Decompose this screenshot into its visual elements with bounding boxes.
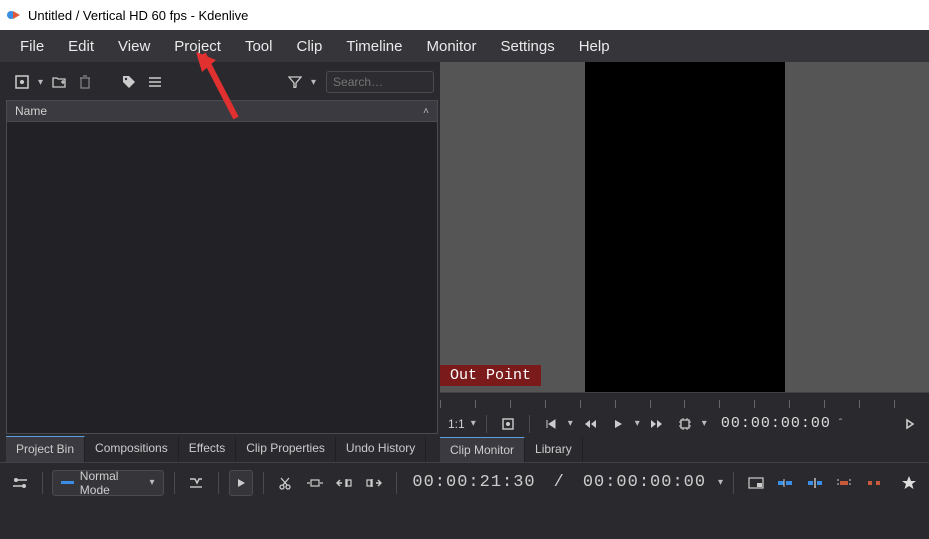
- hamburger-icon[interactable]: [145, 72, 165, 92]
- monitor-panel: Out Point 1:1 ▾ ▾: [440, 62, 929, 462]
- project-bin-panel: ▾ ▾ Name ˄: [0, 62, 440, 462]
- timeline-toolbar: Normal Mode ▾ 00:00:21:30 / 00:00:00:00 …: [0, 462, 929, 502]
- zone-icon[interactable]: [744, 470, 768, 496]
- window-titlebar: Untitled / Vertical HD 60 fps - Kdenlive: [0, 0, 929, 30]
- menu-timeline[interactable]: Timeline: [336, 34, 412, 59]
- monitor-timecode[interactable]: 00:00:00:00: [721, 415, 831, 432]
- menu-view[interactable]: View: [108, 34, 160, 59]
- tab-clip-properties[interactable]: Clip Properties: [236, 436, 336, 462]
- bin-empty-area[interactable]: [6, 122, 438, 434]
- search-container: [326, 71, 434, 93]
- bin-toolbar: ▾ ▾: [6, 68, 440, 96]
- menu-clip[interactable]: Clip: [287, 34, 333, 59]
- edit-mode-icon[interactable]: [674, 413, 696, 435]
- edit-mode-combo[interactable]: Normal Mode ▾: [52, 470, 163, 496]
- search-input[interactable]: [326, 71, 434, 93]
- monitor-controls: 1:1 ▾ ▾ ▾ ▾ 00:00:: [440, 410, 929, 437]
- monitor-next-icon[interactable]: [899, 413, 921, 435]
- tab-undo-history[interactable]: Undo History: [336, 436, 426, 462]
- left-tabstrip: Project Bin Compositions Effects Clip Pr…: [6, 436, 438, 462]
- insert-right-icon[interactable]: [362, 470, 386, 496]
- settings-toggle-icon[interactable]: [8, 470, 32, 496]
- menu-settings[interactable]: Settings: [491, 34, 565, 59]
- extract-icon[interactable]: [832, 470, 856, 496]
- overwrite-icon[interactable]: [773, 470, 797, 496]
- tab-compositions[interactable]: Compositions: [85, 436, 179, 462]
- track-compositing-icon[interactable]: [184, 470, 208, 496]
- window-title: Untitled / Vertical HD 60 fps - Kdenlive: [28, 8, 248, 23]
- forward-icon[interactable]: [646, 413, 668, 435]
- timeline-play-icon[interactable]: [229, 470, 253, 496]
- play-icon[interactable]: [607, 413, 629, 435]
- filter-dropdown-icon[interactable]: ▾: [311, 77, 316, 88]
- menu-file[interactable]: File: [10, 34, 54, 59]
- monitor-scale-dropdown-icon[interactable]: ▾: [471, 418, 476, 429]
- insert-icon[interactable]: [803, 470, 827, 496]
- add-folder-icon[interactable]: [49, 72, 69, 92]
- timeline-position-tc[interactable]: 00:00:21:30: [412, 473, 535, 492]
- spacer-icon[interactable]: [303, 470, 327, 496]
- go-start-dropdown-icon[interactable]: ▾: [568, 418, 573, 429]
- timeline-tc-sep: /: [554, 473, 565, 492]
- timeline-duration-tc[interactable]: 00:00:00:00: [583, 473, 706, 492]
- favorite-icon[interactable]: [897, 470, 921, 496]
- lift-icon[interactable]: [862, 470, 886, 496]
- duration-dropdown-icon[interactable]: ▾: [718, 477, 723, 488]
- sort-chevron-icon: ˄: [423, 106, 429, 117]
- tab-clip-monitor[interactable]: Clip Monitor: [440, 437, 525, 462]
- monitor-canvas: [585, 62, 785, 392]
- filter-icon[interactable]: [285, 72, 305, 92]
- menubar: File Edit View Project Tool Clip Timelin…: [0, 30, 929, 62]
- timecode-spinner-icon[interactable]: ˆ: [839, 418, 842, 429]
- delete-clip-icon[interactable]: [75, 72, 95, 92]
- monitor-ruler[interactable]: [440, 392, 929, 410]
- menu-monitor[interactable]: Monitor: [416, 34, 486, 59]
- menu-edit[interactable]: Edit: [58, 34, 104, 59]
- add-clip-icon[interactable]: [12, 72, 32, 92]
- menu-project[interactable]: Project: [164, 34, 231, 59]
- right-tabstrip: Clip Monitor Library: [440, 437, 929, 462]
- out-point-badge: Out Point: [440, 365, 541, 386]
- edit-mode-dropdown-icon[interactable]: ▾: [702, 418, 707, 429]
- set-in-point-icon[interactable]: [497, 413, 519, 435]
- menu-help[interactable]: Help: [569, 34, 620, 59]
- play-dropdown-icon[interactable]: ▾: [635, 418, 640, 429]
- cut-icon[interactable]: [274, 470, 298, 496]
- bin-column-header[interactable]: Name ˄: [6, 100, 438, 122]
- tab-effects[interactable]: Effects: [179, 436, 236, 462]
- monitor-scale-label[interactable]: 1:1: [448, 417, 465, 431]
- monitor-viewport[interactable]: Out Point: [440, 62, 929, 392]
- tab-library[interactable]: Library: [525, 437, 583, 462]
- tab-project-bin[interactable]: Project Bin: [6, 436, 85, 462]
- add-clip-dropdown-icon[interactable]: ▾: [38, 77, 43, 88]
- go-start-icon[interactable]: [540, 413, 562, 435]
- mode-dropdown-icon: ▾: [150, 477, 155, 488]
- rewind-icon[interactable]: [579, 413, 601, 435]
- mode-bar-icon: [61, 481, 73, 484]
- insert-left-icon[interactable]: [333, 470, 357, 496]
- mode-label: Normal Mode: [80, 469, 144, 497]
- tag-icon[interactable]: [119, 72, 139, 92]
- bin-column-name: Name: [15, 104, 47, 118]
- menu-tool[interactable]: Tool: [235, 34, 283, 59]
- app-logo-icon: [6, 7, 22, 23]
